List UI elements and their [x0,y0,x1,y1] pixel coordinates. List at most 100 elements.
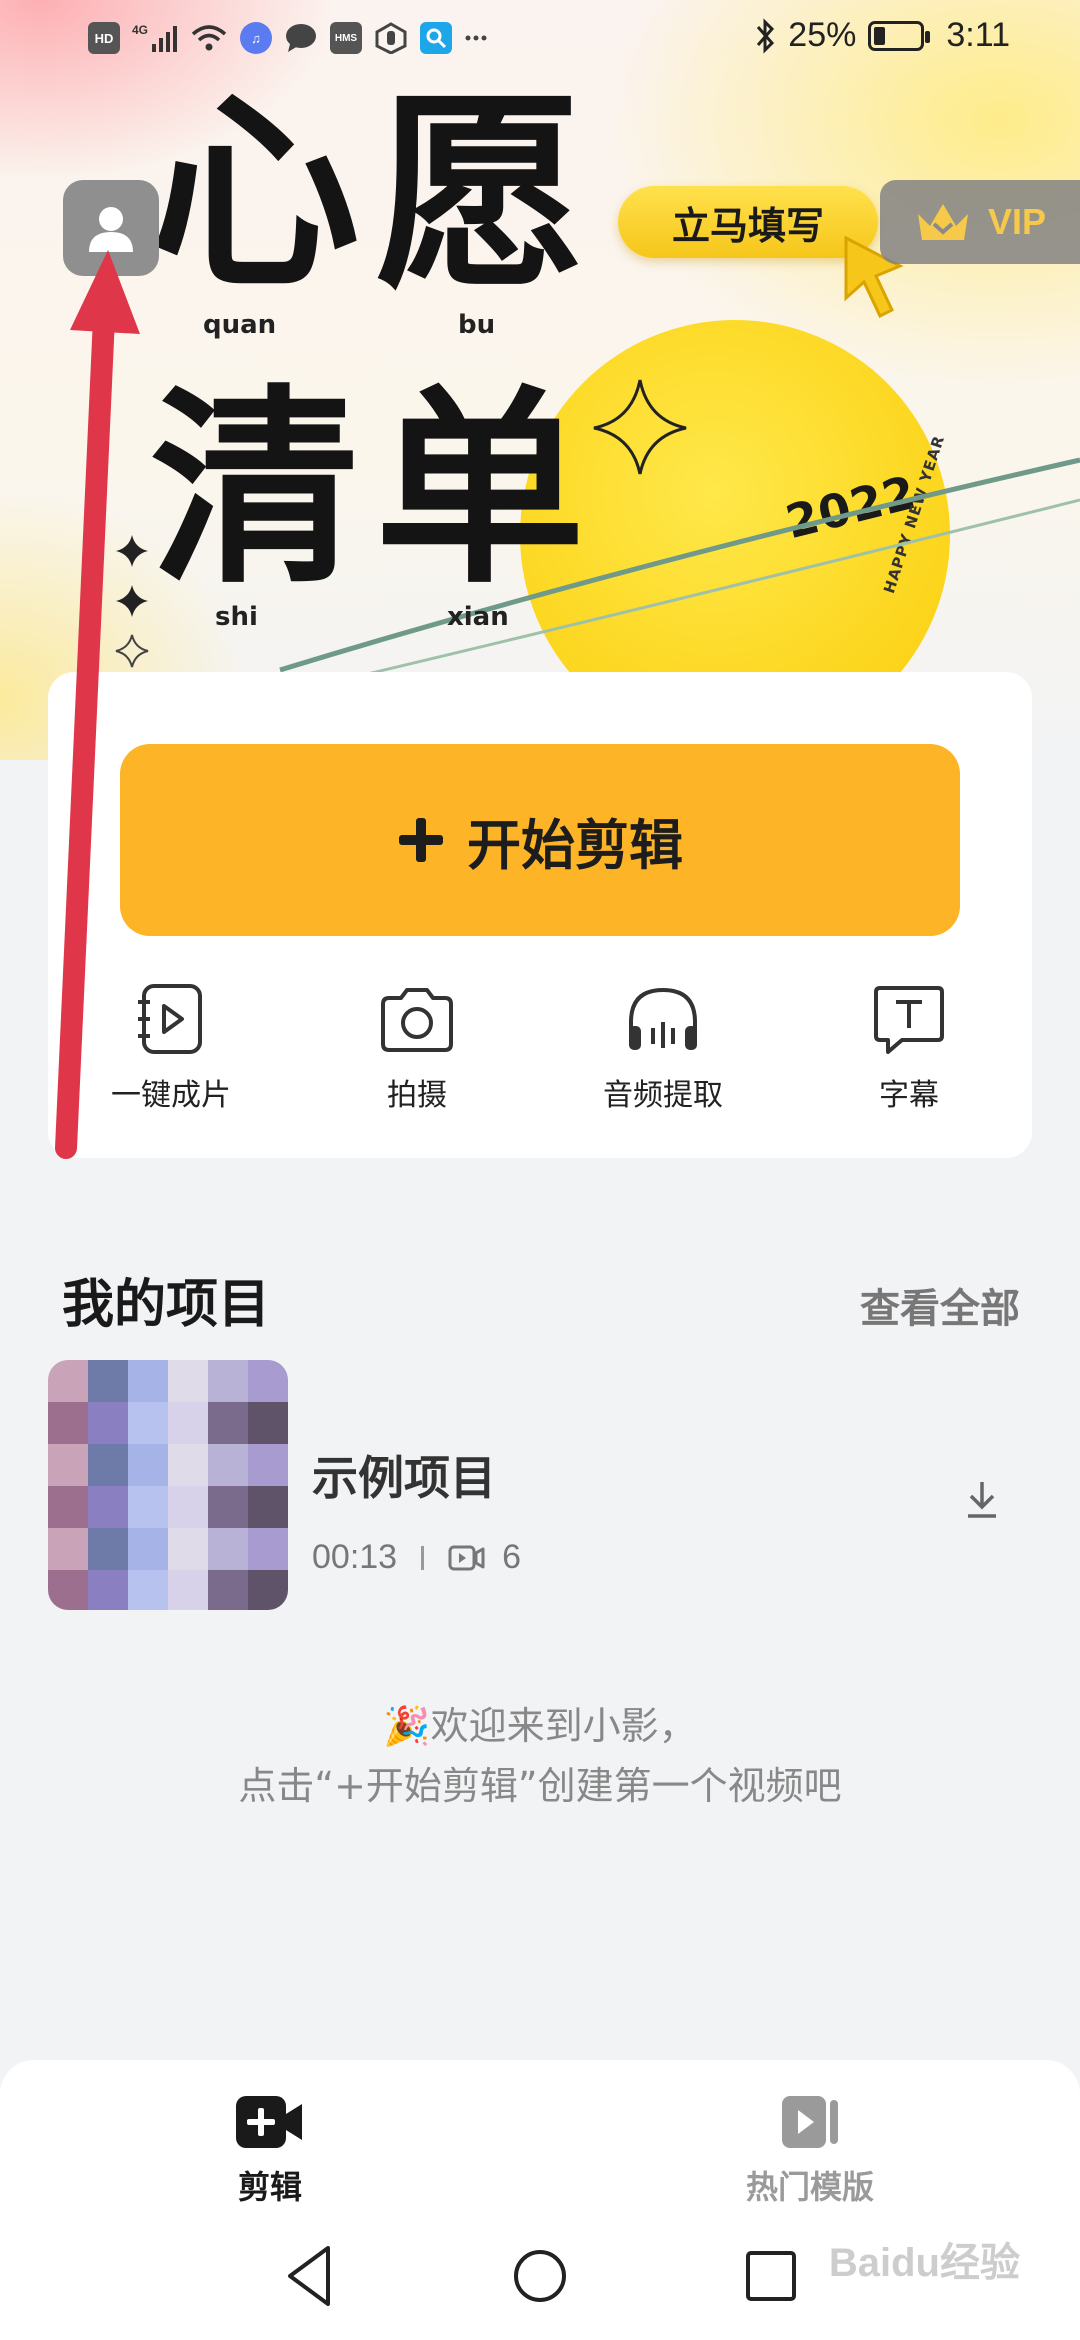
thumbnail-pixel [48,1528,88,1570]
project-meta: 00:13 6 [312,1538,521,1577]
thumbnail-pixel [248,1360,288,1402]
tool-camera[interactable]: 拍摄 [294,982,540,1132]
welcome-line-1: 🎉欢迎来到小影， [383,1704,697,1748]
thumbnail-pixel [88,1486,128,1528]
thumbnail-pixel [168,1402,208,1444]
fill-now-button[interactable]: 立马填写 [618,186,878,258]
welcome-line-2: 点击“+开始剪辑”创建第一个视频吧 [238,1764,842,1808]
thumbnail-pixel [208,1486,248,1528]
signal-icon: 4G [132,23,177,52]
banner-pinyin-3: shi [215,602,258,632]
battery-icon [868,20,931,51]
profile-avatar-button[interactable] [63,180,159,276]
banner-pinyin-1: quan [203,310,277,340]
thumbnail-pixel [48,1444,88,1486]
tool-label: 字幕 [879,1078,939,1113]
thumbnail-pixel [248,1570,288,1610]
thumbnail-pixel [48,1570,88,1610]
thumbnail-pixel [248,1402,288,1444]
thumbnail-pixel [128,1486,168,1528]
thumbnail-pixel [168,1486,208,1528]
watermark: Baidu经验 [828,2241,1020,2285]
main-action-card: 开始剪辑 一键成片 拍摄 音频提取 字幕 [48,672,1032,1158]
thumbnail-pixel [248,1486,288,1528]
thumbnail-pixel [88,1570,128,1610]
thumbnail-pixel [168,1528,208,1570]
crown-icon [918,204,968,240]
thumbnail-pixel [88,1360,128,1402]
back-icon[interactable] [288,2246,330,2306]
more-icon [465,35,487,41]
project-clip-count: 6 [502,1538,522,1576]
tool-audio-extract[interactable]: 音频提取 [540,982,786,1132]
battery-percent: 25% [788,16,857,54]
thumbnail-pixel [168,1444,208,1486]
auto-film-icon [138,984,202,1054]
template-icon [782,2096,838,2148]
tool-label: 音频提取 [603,1078,723,1113]
thumbnail-pixel [208,1528,248,1570]
banner-pinyin-4: xian [447,602,509,632]
thumbnail-pixel [128,1528,168,1570]
hms-icon: HMS [330,22,362,54]
thumbnail-pixel [128,1402,168,1444]
bluetooth-icon [757,17,775,54]
banner-char-4: 单 [375,367,586,612]
recents-icon[interactable] [746,2251,796,2301]
see-all-link[interactable]: 查看全部 [860,1276,1020,1334]
banner-char-2: 愿 [375,72,586,317]
status-bar-right: 25% 3:11 [754,16,1010,55]
project-name: 示例项目 [312,1451,496,1505]
vip-label: VIP [988,201,1047,242]
thumbnail-pixel [128,1360,168,1402]
start-editing-button[interactable]: 开始剪辑 [120,744,960,936]
svg-text:4G: 4G [132,23,148,37]
hd-icon: HD [88,22,120,54]
thumbnail-pixel [128,1444,168,1486]
status-bar: HD 4G ♫ HMS 25% 3:11 [0,0,1080,80]
my-projects-title: 我的项目 [62,1275,271,1335]
banner-char-1: 心 [150,72,361,317]
tool-label: 一键成片 [111,1078,231,1113]
headphones-icon [629,987,697,1050]
thumbnail-pixel [48,1402,88,1444]
welcome-message: 🎉欢迎来到小影， 点击“+开始剪辑”创建第一个视频吧 [0,1696,1080,1816]
video-add-icon [236,2096,302,2148]
thumbnail-pixel [208,1570,248,1610]
search-icon [420,22,452,54]
subtitle-icon [874,986,944,1054]
download-button[interactable] [962,1478,1002,1524]
status-bar-left-icons: HD 4G ♫ HMS [88,22,488,54]
thumbnail-pixel [208,1360,248,1402]
thumbnail-pixel [248,1444,288,1486]
hand-icon [375,22,407,54]
fill-now-label: 立马填写 [671,203,824,248]
thumbnail-pixel [128,1570,168,1610]
sparkle-icon [593,379,687,475]
tool-auto-film[interactable]: 一键成片 [48,982,294,1132]
nav-item-edit[interactable]: 剪辑 [140,2092,400,2208]
camera-icon [381,988,453,1052]
thumbnail-pixel [48,1486,88,1528]
nav-label-edit: 剪辑 [237,2168,302,2206]
thumbnail-pixel [48,1360,88,1402]
project-thumbnail [48,1360,288,1610]
meta-divider [421,1545,425,1570]
start-editing-label: 开始剪辑 [467,813,683,877]
project-item[interactable]: 示例项目 00:13 6 [0,1360,1080,1620]
download-icon [968,1482,996,1518]
tool-subtitle[interactable]: 字幕 [786,982,1032,1132]
music-icon: ♫ [240,22,272,54]
plus-icon [399,818,443,862]
video-clip-icon [448,1545,485,1570]
banner-pinyin-2: bu [458,310,496,340]
project-duration: 00:13 [312,1538,398,1576]
wifi-icon [191,25,227,51]
thumbnail-pixel [208,1444,248,1486]
thumbnail-pixel [88,1444,128,1486]
thumbnail-pixel [168,1570,208,1610]
nav-item-templates[interactable]: 热门模版 [680,2092,940,2208]
home-icon[interactable] [514,2250,566,2302]
banner-char-3: 清 [150,367,361,612]
vip-button[interactable]: VIP [880,180,1080,264]
